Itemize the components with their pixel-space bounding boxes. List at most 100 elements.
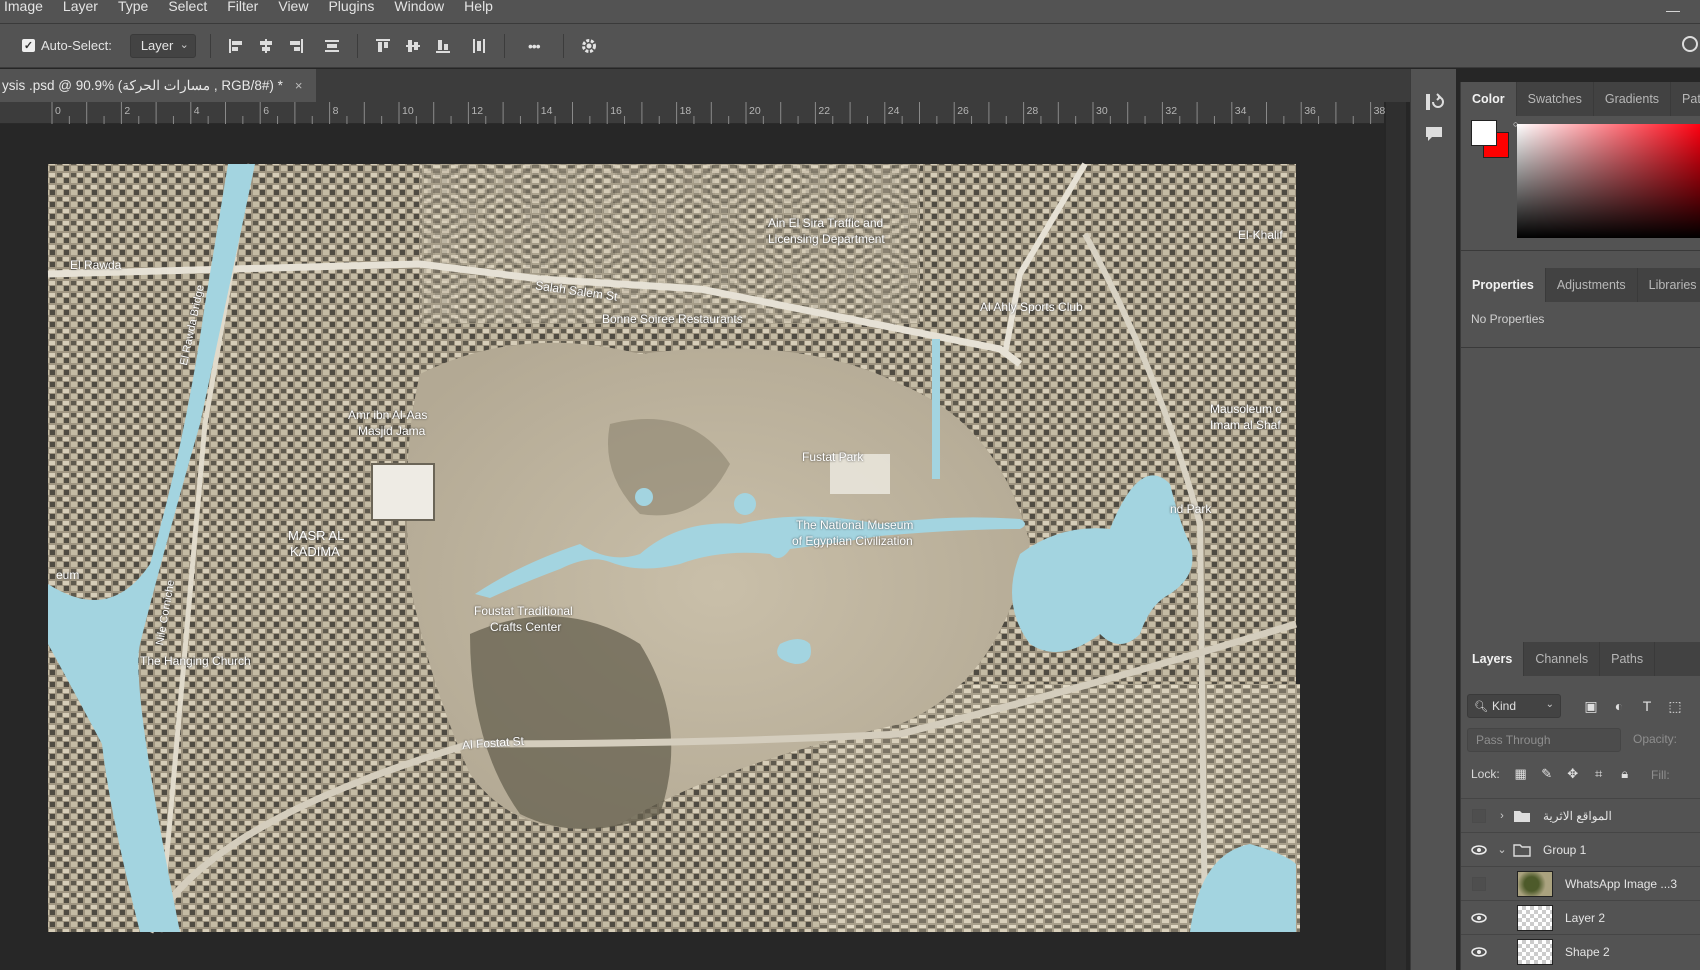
comment-icon[interactable] [1423, 123, 1445, 145]
map-canvas[interactable] [0, 124, 1384, 970]
ruler-number: 0 [55, 105, 61, 117]
ruler-number: 14 [540, 105, 553, 117]
layer-name: Layer 2 [1565, 910, 1606, 925]
chevron-right-icon[interactable]: › [1495, 810, 1509, 822]
ruler-number: 2 [124, 105, 131, 117]
chevron-down-icon[interactable]: ⌄ [1495, 843, 1509, 856]
menu-help[interactable]: Help [464, 0, 493, 14]
lock-move-icon[interactable]: ✥ [1560, 766, 1586, 782]
menu-select[interactable]: Select [168, 0, 207, 14]
tab-adjustments[interactable]: Adjustments [1546, 268, 1638, 302]
ruler-number: 4 [193, 105, 200, 117]
color-field[interactable] [1517, 124, 1700, 238]
visibility-toggle[interactable] [1469, 876, 1489, 892]
align-bottom-icon[interactable] [432, 35, 454, 57]
map-label-el-khalifa: El-Khalif [1238, 228, 1283, 242]
menu-layer[interactable]: Layer [63, 0, 98, 14]
menu-window[interactable]: Window [394, 0, 444, 14]
distribute-vertical-icon[interactable] [321, 35, 343, 57]
history-icon[interactable] [1423, 91, 1445, 113]
layer-filter-kind-dropdown[interactable]: 🔍︎ Kind ⌄ [1467, 694, 1561, 718]
tab-paths[interactable]: Paths [1600, 642, 1656, 676]
align-hcenter-icon[interactable] [255, 35, 277, 57]
image-filter-icon[interactable]: ▣ [1583, 698, 1599, 714]
canvas-area[interactable]: El Rawda El Rawda Bridge Ain El Sira Tra… [0, 124, 1384, 970]
horizontal-ruler[interactable]: 0 2 4 6 8 10 12 14 16 18 20 22 24 26 28 30 32 34 36 38 [0, 102, 1386, 124]
ruler-number: 36 [1304, 105, 1316, 117]
menu-filter[interactable]: Filter [227, 0, 258, 14]
eye-icon[interactable] [1469, 944, 1489, 960]
vertical-scrollbar[interactable] [1386, 102, 1406, 970]
tab-channels[interactable]: Channels [1524, 642, 1601, 676]
align-vcenter-icon[interactable] [402, 35, 424, 57]
eye-icon[interactable] [1469, 910, 1489, 926]
chevron-down-icon: ⌄ [1545, 699, 1554, 710]
properties-panel-tabs: Properties Adjustments Libraries [1461, 268, 1700, 302]
layers-panel-tabs: Layers Channels Paths [1461, 642, 1700, 676]
lock-brush-icon[interactable]: ✎ [1534, 766, 1560, 782]
layer-row[interactable]: Layer 2 [1461, 900, 1700, 934]
opacity-label: Opacity: [1633, 732, 1678, 746]
shape-filter-icon[interactable]: ⬚ [1667, 698, 1683, 714]
lock-artboard-icon[interactable]: ⌗ [1586, 766, 1612, 782]
eye-icon[interactable] [1469, 842, 1489, 858]
auto-select-checkbox[interactable]: ✓ [22, 39, 35, 52]
more-options-icon[interactable]: ••• [519, 35, 549, 57]
menu-view[interactable]: View [278, 0, 308, 14]
map-label-eum: eum [56, 568, 80, 582]
kind-label: Kind [1491, 699, 1516, 713]
tab-patterns[interactable]: Pat [1671, 82, 1700, 116]
menu-type[interactable]: Type [118, 0, 148, 14]
tab-swatches[interactable]: Swatches [1517, 82, 1594, 116]
lock-transparent-icon[interactable]: ▦ [1508, 766, 1534, 782]
tab-properties[interactable]: Properties [1461, 268, 1546, 302]
document-tab-title: ysis .psd @ 90.9% (مسارات الحركة , RGB/8… [2, 77, 283, 93]
no-properties-text: No Properties [1471, 312, 1545, 326]
blend-mode-value: Pass Through [1476, 733, 1551, 747]
right-panel-dock: Color Swatches Gradients Pat ○ Propertie… [1460, 82, 1700, 970]
layer-thumbnail [1517, 938, 1553, 965]
ruler-number: 12 [471, 105, 484, 117]
map-label-museum-2: of Egyptian Civilization [792, 534, 913, 548]
adjustment-filter-icon[interactable]: ◐ [1611, 698, 1627, 714]
align-right-icon[interactable] [285, 35, 307, 57]
type-filter-icon[interactable]: T [1639, 698, 1655, 714]
tab-libraries[interactable]: Libraries [1638, 268, 1700, 302]
layer-row[interactable]: Shape 2 [1461, 934, 1700, 968]
ruler-number: 38 [1373, 105, 1386, 117]
divider [1461, 347, 1700, 348]
menu-image[interactable]: Image [4, 0, 43, 14]
layer-row[interactable]: ⌄ Group 1 [1461, 832, 1700, 866]
tab-gradients[interactable]: Gradients [1594, 82, 1672, 116]
ruler-number: 10 [402, 105, 414, 117]
divider [1461, 250, 1700, 251]
document-tab[interactable]: ysis .psd @ 90.9% (مسارات الحركة , RGB/8… [0, 69, 316, 102]
search-icon[interactable] [1682, 36, 1698, 52]
ruler-number: 28 [1026, 105, 1039, 117]
gear-icon[interactable] [578, 35, 600, 57]
layer-row[interactable]: › المواقع الاثرية [1461, 798, 1700, 832]
blend-mode-dropdown[interactable]: Pass Through [1467, 728, 1621, 752]
panel-icon-column [1410, 69, 1456, 970]
folder-icon [1513, 843, 1531, 857]
distribute-horizontal-icon[interactable] [468, 35, 490, 57]
minimize-icon[interactable]: — [1666, 2, 1680, 18]
close-icon[interactable]: × [295, 78, 303, 93]
foreground-color-swatch[interactable] [1471, 120, 1497, 146]
auto-select-label: Auto-Select: [41, 38, 112, 53]
menu-bar: Image Layer Type Select Filter View Plug… [0, 0, 1700, 24]
tab-color[interactable]: Color [1461, 82, 1517, 116]
ruler-number: 22 [818, 105, 831, 117]
align-left-icon[interactable] [225, 35, 247, 57]
divider [209, 33, 211, 58]
map-label-el-rawda: El Rawda [70, 258, 122, 272]
auto-select-target-dropdown[interactable]: Layer ⌄ [129, 33, 196, 58]
menu-plugins[interactable]: Plugins [328, 0, 374, 14]
tab-layers[interactable]: Layers [1461, 642, 1525, 676]
map-label-masr: MASR AL [288, 528, 345, 543]
visibility-toggle[interactable] [1469, 808, 1489, 824]
layer-row[interactable]: WhatsApp Image ...3 [1461, 866, 1700, 900]
align-top-icon[interactable] [372, 35, 394, 57]
lock-all-icon[interactable]: 🔒︎ [1612, 766, 1638, 782]
map-label-ain-el-sira: Ain El Sira Traffic and [768, 216, 884, 230]
